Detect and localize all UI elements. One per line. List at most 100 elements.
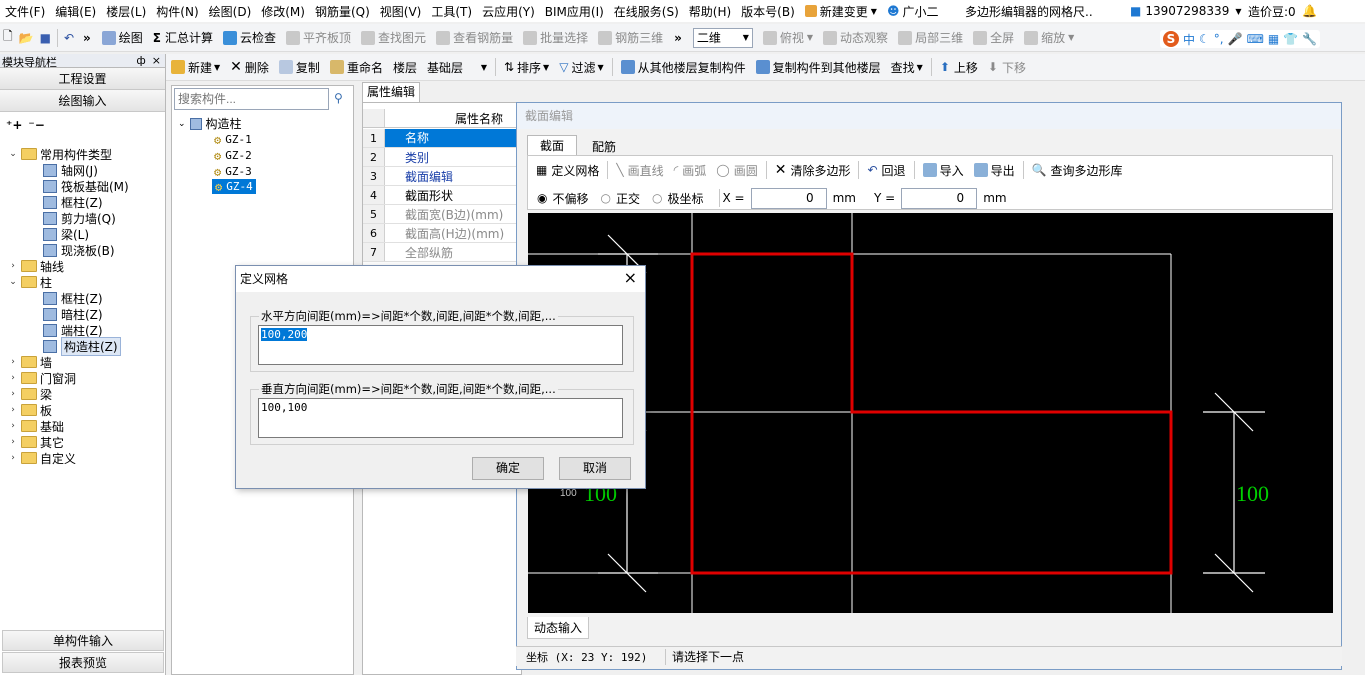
overflow-icon[interactable]: » — [668, 24, 688, 51]
draw-input-button[interactable]: 绘图输入 — [0, 90, 165, 112]
find-button[interactable]: 查找 ▼ — [886, 54, 928, 80]
import-button[interactable]: 导入 — [918, 159, 969, 181]
component-root[interactable]: ⌄ 构造柱 — [178, 116, 242, 131]
property-row[interactable]: 1 名称 — [363, 129, 521, 148]
component-item[interactable]: ⚙ GZ-1 — [214, 132, 252, 147]
dynamic-input-tab[interactable]: 动态输入 — [527, 617, 589, 639]
find-element-button[interactable]: 查找图元 — [356, 24, 431, 51]
tree-item[interactable]: 暗柱(Z) — [0, 306, 164, 322]
report-preview-button[interactable]: 报表预览 — [2, 652, 164, 673]
copy-button[interactable]: 复制 — [274, 54, 325, 80]
expand-icon[interactable]: › — [8, 389, 18, 399]
radio-ortho[interactable]: ○ 正交 — [601, 190, 641, 207]
view-mode-select[interactable]: 二维 ▼ — [688, 24, 758, 51]
collapse-icon[interactable]: ⌄ — [8, 149, 18, 159]
save-icon[interactable]: ■ — [37, 24, 54, 51]
tab-section[interactable]: 截面 — [527, 135, 577, 155]
menu-tools[interactable]: 工具(T) — [426, 3, 477, 20]
menu-cloud[interactable]: 云应用(Y) — [477, 3, 540, 20]
local-3d-button[interactable]: 局部三维 — [893, 24, 968, 51]
undo-button[interactable]: ↶ 回退 — [862, 159, 910, 181]
bell-icon[interactable]: 🔔 — [1302, 0, 1317, 22]
close-icon[interactable]: × — [152, 54, 161, 67]
menu-file[interactable]: 文件(F) — [0, 3, 50, 20]
move-up-button[interactable]: ⬆ 上移 — [935, 54, 983, 80]
delete-button[interactable]: ✕ 删除 — [225, 54, 274, 80]
pin-icon[interactable]: ф — [136, 54, 145, 67]
new-file-icon[interactable]: 🗋 — [0, 24, 16, 51]
expand-icon[interactable]: › — [8, 437, 18, 447]
floor-select[interactable]: 基础层 ▼ — [422, 54, 492, 80]
property-row[interactable]: 7 全部纵筋 — [363, 243, 521, 262]
expand-icon[interactable]: › — [8, 357, 18, 367]
y-input[interactable]: 0 — [901, 187, 978, 209]
tree-folder[interactable]: › 其它 — [0, 434, 164, 450]
user-account[interactable]: ■ 13907298339 ▼ — [1130, 0, 1241, 22]
property-row[interactable]: 3 截面编辑 — [363, 167, 521, 186]
collapse-icon[interactable]: ⌄ — [8, 277, 18, 287]
component-item[interactable]: ⚙ GZ-3 — [214, 164, 252, 179]
menu-bim[interactable]: BIM应用(I) — [540, 3, 609, 20]
tree-folder[interactable]: ⌄ 常用构件类型 — [0, 146, 164, 162]
tree-item[interactable]: 轴网(J) — [0, 162, 164, 178]
radio-no-offset[interactable]: ◉ 不偏移 — [537, 190, 589, 207]
tree-item[interactable]: 剪力墙(Q) — [0, 210, 164, 226]
rename-button[interactable]: 重命名 — [325, 54, 388, 80]
project-settings-button[interactable]: 工程设置 — [0, 68, 165, 90]
cloud-check-button[interactable]: 云检查 — [218, 24, 281, 51]
sort-button[interactable]: ⇅ 排序 ▼ — [499, 54, 554, 80]
close-icon[interactable]: × — [624, 268, 637, 287]
tree-item[interactable]: 现浇板(B) — [0, 242, 164, 258]
menu-help[interactable]: 帮助(H) — [684, 3, 736, 20]
tree-folder[interactable]: › 板 — [0, 402, 164, 418]
new-change-button[interactable]: 新建变更 ▼ — [800, 3, 882, 20]
menu-rebar[interactable]: 钢筋量(Q) — [310, 3, 375, 20]
property-row[interactable]: 2 类别 — [363, 148, 521, 167]
collapse-all-icon[interactable]: ⁻− — [28, 118, 44, 132]
draw-button[interactable]: 绘图 — [97, 24, 148, 51]
radio-polar[interactable]: ○ 极坐标 — [652, 190, 704, 207]
move-down-button[interactable]: ⬇ 下移 — [983, 54, 1031, 80]
tree-folder[interactable]: › 轴线 — [0, 258, 164, 274]
expand-icon[interactable]: › — [8, 453, 18, 463]
vertical-spacing-input[interactable]: 100,100 — [258, 398, 623, 438]
batch-select-button[interactable]: 批量选择 — [518, 24, 593, 51]
undo-icon[interactable]: ↶ — [61, 24, 77, 51]
tab-rebar[interactable]: 配筋 — [579, 137, 629, 157]
property-row[interactable]: 4 截面形状 — [363, 186, 521, 205]
component-search-input[interactable] — [174, 88, 329, 110]
tree-item[interactable]: 框柱(Z) — [0, 194, 164, 210]
draw-line-button[interactable]: ╲ 画直线 — [611, 159, 668, 181]
menu-component[interactable]: 构件(N) — [151, 3, 203, 20]
menu-draw[interactable]: 绘图(D) — [204, 3, 257, 20]
draw-circle-button[interactable]: ◯ 画圆 — [711, 159, 762, 181]
menu-view[interactable]: 视图(V) — [375, 3, 427, 20]
single-component-input-button[interactable]: 单构件输入 — [2, 630, 164, 651]
expand-icon[interactable]: › — [8, 421, 18, 431]
tree-folder[interactable]: › 门窗洞 — [0, 370, 164, 386]
menu-edit[interactable]: 编辑(E) — [50, 3, 101, 20]
expand-all-icon[interactable]: ⁺+ — [6, 118, 22, 132]
align-slab-top-button[interactable]: 平齐板顶 — [281, 24, 356, 51]
view-rebar-qty-button[interactable]: 查看钢筋量 — [431, 24, 518, 51]
tree-folder[interactable]: › 基础 — [0, 418, 164, 434]
property-row[interactable]: 5 截面宽(B边)(mm) — [363, 205, 521, 224]
menu-floor[interactable]: 楼层(L) — [101, 3, 151, 20]
tree-folder[interactable]: › 自定义 — [0, 450, 164, 466]
expand-icon[interactable]: › — [8, 405, 18, 415]
tree-item[interactable]: 构造柱(Z) — [0, 336, 164, 356]
overflow-icon[interactable]: » — [77, 24, 97, 51]
copy-to-floor-button[interactable]: 复制构件到其他楼层 — [751, 54, 886, 80]
menu-online[interactable]: 在线服务(S) — [609, 3, 684, 20]
open-file-icon[interactable]: 📂 — [16, 24, 37, 51]
define-grid-button[interactable]: ▦ 定义网格 — [531, 159, 604, 181]
horizontal-spacing-input[interactable]: 100,200 — [258, 325, 623, 365]
draw-arc-button[interactable]: ◜ 画弧 — [669, 159, 712, 181]
tree-item[interactable]: 框柱(Z) — [0, 290, 164, 306]
tree-folder[interactable]: ⌄ 柱 — [0, 274, 164, 290]
query-polygon-lib-button[interactable]: 🔍 查询多边形库 — [1027, 159, 1128, 181]
tree-item[interactable]: 梁(L) — [0, 226, 164, 242]
clear-polygon-button[interactable]: ✕ 清除多边形 — [770, 159, 856, 181]
component-item-selected[interactable]: ⚙ GZ-4 — [212, 179, 256, 194]
x-input[interactable]: 0 — [750, 187, 827, 209]
